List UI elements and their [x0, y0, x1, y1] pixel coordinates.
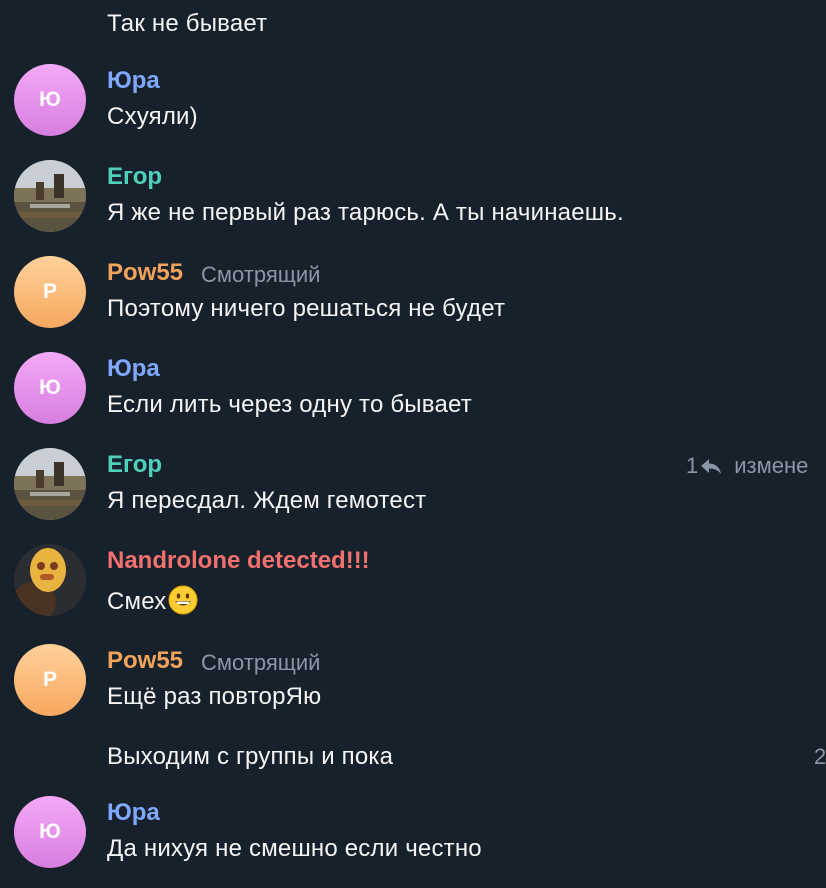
avatar[interactable]	[14, 544, 86, 616]
avatar[interactable]: P	[14, 256, 86, 328]
message-9[interactable]: Ю Юра Да нихуя не смешно если честно	[0, 790, 826, 880]
message-5[interactable]: Егор 1 измене Я пересдал. Ждем гемотест	[0, 442, 826, 532]
reply-arrow-icon	[701, 459, 722, 474]
message-8[interactable]: Выходим с группы и пока 2	[0, 734, 826, 784]
grinning-face-emoji-icon	[168, 585, 198, 615]
avatar-letter: Ю	[39, 376, 61, 399]
avatar[interactable]	[14, 160, 86, 232]
sender-name[interactable]: Егор	[107, 163, 162, 191]
message-7[interactable]: P Pow55 Смотрящий Ещё раз повторЯю	[0, 638, 826, 728]
message-3[interactable]: P Pow55 Смотрящий Поэтому ничего решатьс…	[0, 250, 826, 340]
message-text: Так не бывает	[107, 10, 268, 37]
message-text: Схуяли)	[107, 103, 198, 130]
avatar-letter: P	[42, 668, 57, 691]
message-4[interactable]: Ю Юра Если лить через одну то бывает	[0, 346, 826, 436]
message-1[interactable]: Ю Юра Схуяли)	[0, 58, 826, 148]
message-text: Поэтому ничего решаться не будет	[107, 295, 506, 322]
message-0[interactable]: Так не бывает	[0, 0, 826, 50]
reply-count: 1	[686, 453, 699, 478]
avatar[interactable]: Ю	[14, 796, 86, 868]
message-6[interactable]: Nandrolone detected!!! Смех	[0, 538, 826, 634]
landscape-photo-icon	[14, 160, 86, 232]
message-2[interactable]: Егор Я же не первый раз тарюсь. А ты нач…	[0, 154, 826, 244]
message-text: Я же не первый раз тарюсь. А ты начинаеш…	[107, 199, 624, 226]
member-role-label: Смотрящий	[201, 262, 321, 287]
message-text: Выходим с группы и пока	[107, 743, 394, 770]
sender-name[interactable]: Юра	[107, 67, 160, 95]
sender-name[interactable]: Pow55	[107, 647, 183, 675]
landscape-photo-icon	[14, 448, 86, 520]
mask-face-icon	[14, 544, 86, 616]
message-text: Ещё раз повторЯю	[107, 683, 322, 710]
avatar[interactable]: P	[14, 644, 86, 716]
avatar[interactable]: Ю	[14, 64, 86, 136]
message-meta: 2	[814, 744, 826, 769]
avatar-letter: P	[42, 280, 57, 303]
message-text: Я пересдал. Ждем гемотест	[107, 487, 427, 514]
message-text-content: Смех	[107, 588, 167, 615]
sender-name[interactable]: Nandrolone detected!!!	[107, 547, 370, 575]
message-text: Смех	[107, 585, 198, 616]
sender-name[interactable]: Юра	[107, 799, 160, 827]
avatar-letter: Ю	[39, 88, 61, 111]
message-text: Если лить через одну то бывает	[107, 391, 472, 418]
avatar[interactable]: Ю	[14, 352, 86, 424]
message-meta[interactable]: 1 измене	[686, 453, 808, 479]
member-role-label: Смотрящий	[201, 650, 321, 675]
edited-label: измене	[734, 453, 809, 478]
sender-name[interactable]: Pow55	[107, 259, 183, 287]
message-text: Да нихуя не смешно если честно	[107, 835, 482, 862]
sender-name[interactable]: Юра	[107, 355, 160, 383]
avatar-letter: Ю	[39, 820, 61, 843]
avatar[interactable]	[14, 448, 86, 520]
sender-name[interactable]: Егор	[107, 451, 162, 479]
